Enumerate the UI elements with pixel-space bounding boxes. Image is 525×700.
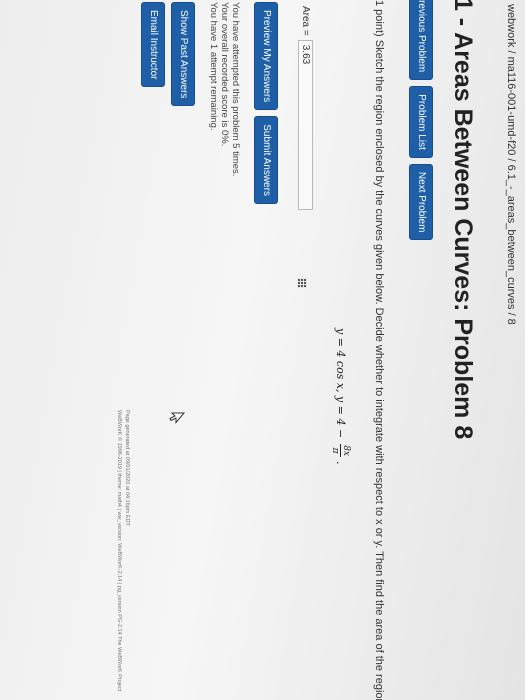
answer-buttons: Preview My Answers Submit Answers <box>254 2 278 204</box>
submit-answers-button[interactable]: Submit Answers <box>254 116 278 204</box>
previous-problem-button[interactable]: revious Problem <box>409 0 433 81</box>
webwork-page: webwork / ma116-001-umd-f20 / 6.1_-_area… <box>0 0 525 700</box>
page-footer: Page generated at 09/01/2020 at 04:16pm … <box>115 410 131 691</box>
problem-nav: revious Problem Problem List Next Proble… <box>409 0 433 241</box>
photo-of-monitor: webwork / ma116-001-umd-f20 / 6.1_-_area… <box>0 0 525 700</box>
score-text: Your overall recorded score is 0%. <box>219 2 230 147</box>
remaining-text: You have 1 attempt remaining. <box>208 2 219 131</box>
show-past-answers-button[interactable]: Show Past Answers <box>171 2 195 107</box>
equation-end: . <box>334 461 347 465</box>
attempts-text: You have attempted this problem 5 times. <box>230 2 241 177</box>
equation-text: y = 4 cos x, y = 4 − <box>334 328 347 439</box>
breadcrumb[interactable]: webwork / ma116-001-umd-f20 / 6.1_-_area… <box>505 4 517 325</box>
footer-generated: Page generated at 09/01/2020 at 04:16pm … <box>124 410 130 526</box>
problem-list-button[interactable]: Problem List <box>409 86 433 158</box>
fraction-numerator: 8x <box>340 444 351 457</box>
curve-equations: y = 4 cos x, y = 4 − 8x π . <box>330 328 351 465</box>
area-label: Area = <box>300 6 311 36</box>
fraction: 8x π <box>330 444 351 457</box>
email-instructor-button[interactable]: Email Instructor <box>141 2 165 88</box>
next-problem-button[interactable]: Next Problem <box>409 163 433 241</box>
footer-version: WeBWorK © 1996-2019 | theme: math4 | ww_… <box>116 410 122 692</box>
equation-editor-icon[interactable] <box>297 278 307 288</box>
mouse-cursor-icon <box>169 412 185 424</box>
fraction-denominator: π <box>330 447 340 454</box>
page-title: .1 - Areas Between Curves: Problem 8 <box>449 0 477 440</box>
area-input[interactable] <box>298 39 313 210</box>
problem-statement: 1 point) Sketch the region enclosed by t… <box>373 0 385 700</box>
preview-answers-button[interactable]: Preview My Answers <box>254 2 278 111</box>
area-answer-row: Area = <box>298 6 313 210</box>
attempt-status: You have attempted this problem 5 times.… <box>208 2 241 176</box>
